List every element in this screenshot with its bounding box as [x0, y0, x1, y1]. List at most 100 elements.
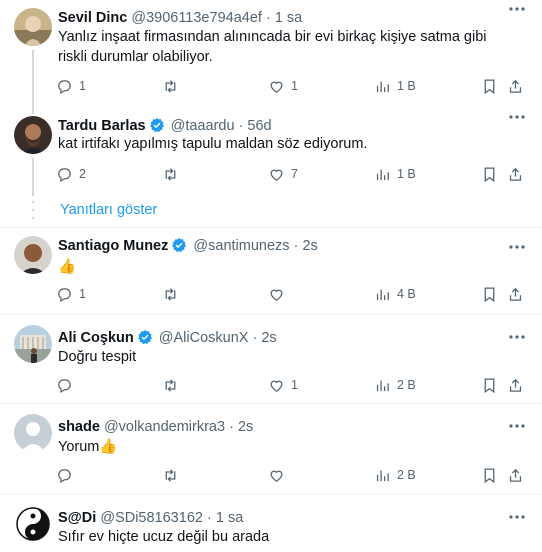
timestamp[interactable]: 56d — [247, 118, 271, 134]
avatar[interactable] — [14, 414, 52, 452]
timestamp[interactable]: 1 sa — [275, 10, 302, 26]
timestamp[interactable]: 2s — [238, 419, 253, 435]
separator-dot: · — [238, 118, 244, 134]
retweet-button[interactable] — [162, 284, 185, 304]
views-button[interactable]: 2 B — [374, 375, 416, 395]
view-count: 1 B — [397, 167, 416, 181]
views-icon — [376, 81, 389, 92]
bookmark-icon — [484, 377, 495, 393]
views-button[interactable]: 1 B — [374, 76, 416, 96]
display-name[interactable]: Ali Coşkun — [58, 330, 134, 346]
views-icon — [376, 470, 389, 481]
tweet-actions: 1 1 1 B — [56, 76, 526, 96]
avatar[interactable] — [14, 505, 52, 543]
like-count: 1 — [291, 378, 298, 392]
reply-button[interactable] — [56, 465, 79, 485]
reply-count: 1 — [79, 79, 86, 93]
display-name[interactable]: Tardu Barlas — [58, 118, 146, 134]
reply-button[interactable]: 1 — [56, 284, 86, 304]
tweet-text: Sıfır ev hiçte ucuz değil bu arada — [58, 529, 270, 545]
retweet-button[interactable] — [162, 76, 185, 96]
reply-icon — [58, 287, 71, 302]
tweet-santiago-munez[interactable]: Santiago Munez @santimunezs · 2s 👍 1 4 B — [0, 228, 542, 314]
retweet-button[interactable] — [162, 164, 185, 184]
views-button[interactable]: 4 B — [374, 284, 416, 304]
user-handle[interactable]: @AliCoskunX — [159, 330, 249, 346]
separator-dot: · — [265, 10, 271, 26]
reply-button[interactable] — [56, 375, 79, 395]
bookmark-button[interactable] — [481, 284, 498, 304]
views-icon — [376, 169, 389, 180]
show-replies-link[interactable]: Yanıtları göster — [60, 202, 157, 218]
tweet-sevil-dinc[interactable]: Sevil Dinc @3906113e794a4ef · 1 sa Yanlı… — [0, 0, 542, 114]
avatar[interactable] — [14, 116, 52, 154]
tweet-text: 👍 — [58, 259, 77, 275]
avatar[interactable] — [14, 236, 52, 274]
share-button[interactable] — [507, 164, 524, 184]
user-handle[interactable]: @SDi58163162 — [100, 510, 203, 526]
show-replies-row[interactable]: Yanıtları göster — [0, 196, 542, 226]
bookmark-button[interactable] — [481, 164, 498, 184]
retweet-icon — [165, 378, 176, 392]
more-options-icon[interactable] — [508, 330, 526, 344]
yin-yang-icon — [14, 505, 52, 543]
tweet-sadi[interactable]: S@Di @SDi58163162 · 1 sa Sıfır ev hiçte … — [0, 495, 542, 552]
retweet-icon — [165, 167, 176, 181]
like-count: 7 — [291, 167, 298, 181]
share-button[interactable] — [507, 76, 524, 96]
more-options-icon[interactable] — [508, 2, 526, 16]
reply-button[interactable]: 1 — [56, 76, 86, 96]
view-count: 2 B — [397, 378, 416, 392]
display-name[interactable]: S@Di — [58, 510, 96, 526]
more-options-icon[interactable] — [508, 510, 526, 524]
views-icon — [376, 380, 389, 391]
more-options-icon[interactable] — [508, 110, 526, 124]
retweet-button[interactable] — [162, 465, 185, 485]
user-handle[interactable]: @santimunezs — [193, 238, 289, 254]
reply-icon — [58, 468, 71, 483]
avatar[interactable] — [14, 325, 52, 363]
like-button[interactable]: 7 — [268, 164, 298, 184]
share-button[interactable] — [507, 465, 524, 485]
tweet-header: S@Di @SDi58163162 · 1 sa — [58, 509, 243, 527]
user-handle[interactable]: @volkandemirkra3 — [104, 419, 225, 435]
tweet-tardu-barlas[interactable]: Tardu Barlas @taaardu · 56d kat irtifakı… — [0, 108, 542, 196]
like-button[interactable] — [268, 465, 291, 485]
tweet-ali-coskun[interactable]: Ali Coşkun @AliCoskunX · 2s Doğru tespit… — [0, 315, 542, 402]
share-icon — [509, 287, 522, 301]
bookmark-icon — [484, 78, 495, 94]
reply-button[interactable]: 2 — [56, 164, 86, 184]
share-icon — [509, 468, 522, 482]
user-handle[interactable]: @taaardu — [171, 118, 235, 134]
views-button[interactable]: 2 B — [374, 465, 416, 485]
views-button[interactable]: 1 B — [374, 164, 416, 184]
share-button[interactable] — [507, 375, 524, 395]
display-name[interactable]: shade — [58, 419, 100, 435]
like-button[interactable] — [268, 284, 291, 304]
retweet-button[interactable] — [162, 375, 185, 395]
bookmark-button[interactable] — [481, 375, 498, 395]
like-button[interactable]: 1 — [268, 375, 298, 395]
display-name[interactable]: Sevil Dinc — [58, 10, 127, 26]
tweet-text: kat irtifakı yapılmış tapulu maldan söz … — [58, 136, 368, 152]
share-icon — [509, 167, 522, 181]
more-options-icon[interactable] — [508, 419, 526, 433]
tweet-text: Yorum👍 — [58, 439, 118, 455]
timestamp[interactable]: 2s — [261, 330, 276, 346]
view-count: 1 B — [397, 79, 416, 93]
bookmark-button[interactable] — [481, 465, 498, 485]
timestamp[interactable]: 1 sa — [216, 510, 243, 526]
timestamp[interactable]: 2s — [302, 238, 317, 254]
bookmark-icon — [484, 166, 495, 182]
display-name[interactable]: Santiago Munez — [58, 238, 168, 254]
avatar[interactable] — [14, 8, 52, 46]
tweet-text: Yanlız inşaat firmasından alınıncada bir… — [58, 29, 487, 65]
tweet-text: Doğru tespit — [58, 349, 137, 365]
bookmark-icon — [484, 286, 495, 302]
tweet-shade[interactable]: shade @volkandemirkra3 · 2s Yorum👍 2 B — [0, 404, 542, 492]
bookmark-button[interactable] — [481, 76, 498, 96]
like-button[interactable]: 1 — [268, 76, 298, 96]
more-options-icon[interactable] — [508, 240, 526, 254]
share-button[interactable] — [507, 284, 524, 304]
user-handle[interactable]: @3906113e794a4ef — [131, 10, 262, 26]
